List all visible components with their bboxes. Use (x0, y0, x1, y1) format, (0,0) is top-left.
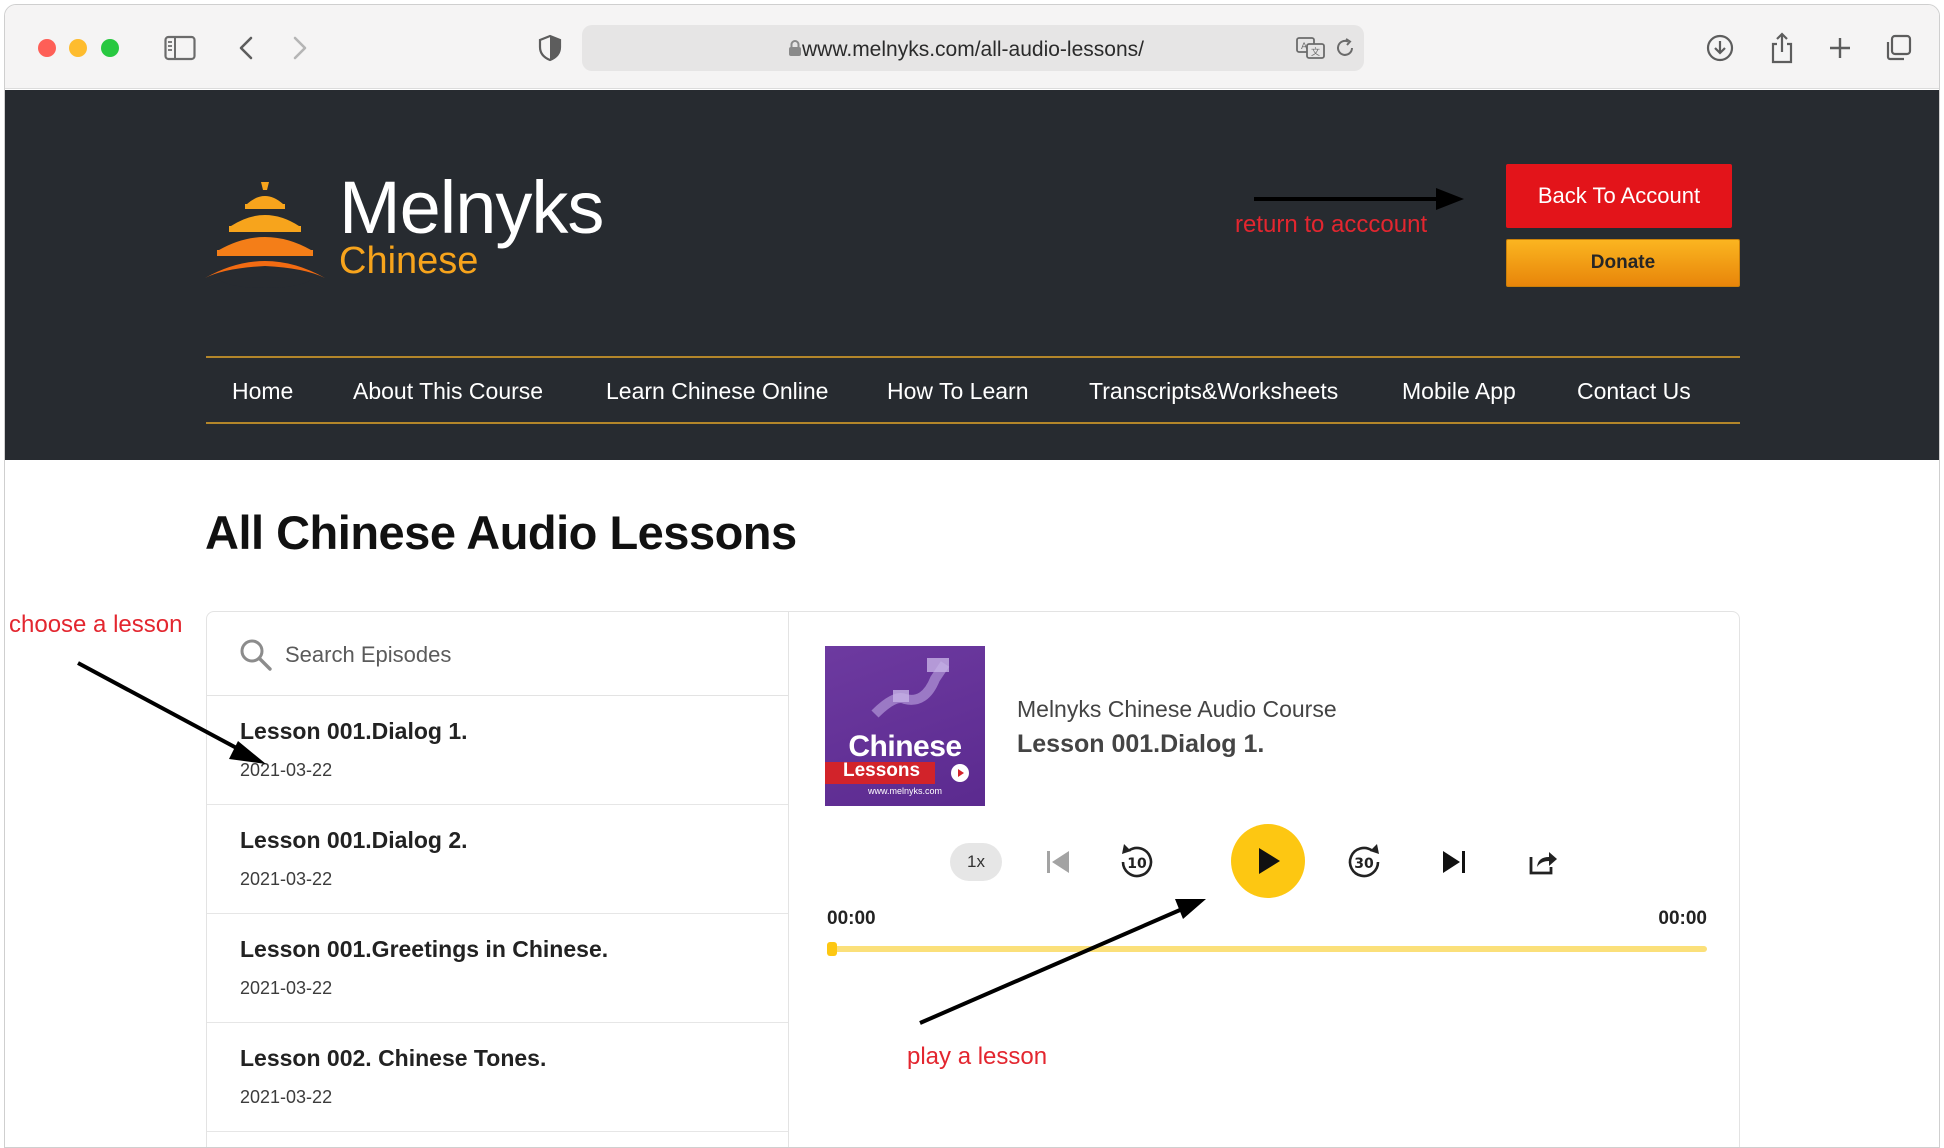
episode-date: 2021-03-22 (240, 760, 333, 780)
svg-text:10: 10 (1127, 856, 1147, 872)
page-title: All Chinese Audio Lessons (205, 506, 797, 559)
annotation-return-to-account: return to acccount (1235, 211, 1428, 238)
privacy-shield-icon[interactable] (533, 31, 567, 65)
brand-title[interactable]: Melnyks (339, 165, 604, 250)
address-bar[interactable]: www.melnyks.com/all-audio-lessons/ A文 (582, 25, 1364, 71)
nav-about-this-course[interactable]: About This Course (353, 378, 543, 405)
playback-speed-button[interactable]: 1x (950, 843, 1002, 881)
annotation-choose-lesson: choose a lesson (9, 611, 183, 638)
search-icon (239, 638, 273, 677)
current-time: 00:00 (827, 908, 876, 929)
course-name: Melnyks Chinese Audio Course (1017, 696, 1337, 722)
main-nav: Home About This Course Learn Chinese Onl… (206, 356, 1740, 424)
reload-icon[interactable] (1334, 37, 1356, 64)
progress-bar[interactable] (827, 942, 1707, 956)
back-icon[interactable] (229, 31, 263, 65)
podcast-cover-art: Chinese Lessons www.melnyks.com (825, 646, 985, 806)
svg-text:文: 文 (1311, 46, 1320, 58)
downloads-icon[interactable] (1703, 31, 1737, 65)
rewind-10-icon[interactable]: 10 (1113, 838, 1161, 886)
back-to-account-button[interactable]: Back To Account (1506, 164, 1732, 228)
episode-date: 2021-03-22 (240, 1087, 333, 1107)
episode-item[interactable]: Lesson 001.Dialog 1. 2021-03-22 (207, 696, 788, 805)
episode-search (207, 612, 788, 696)
url-text: www.melnyks.com/all-audio-lessons/ (802, 38, 1144, 61)
svg-text:30: 30 (1354, 856, 1374, 872)
brand-subtitle[interactable]: Chinese (339, 240, 478, 283)
nav-mobile-app[interactable]: Mobile App (1402, 378, 1516, 405)
tab-overview-icon[interactable] (1881, 31, 1915, 65)
episode-title: Lesson 001.Greetings in Chinese. (240, 936, 609, 962)
site-header: Melnyks Chinese Back To Account Donate H… (5, 90, 1939, 460)
episode-date: 2021-03-22 (240, 869, 333, 889)
episode-title: Lesson 001.Dialog 1. (240, 718, 468, 744)
browser-window: www.melnyks.com/all-audio-lessons/ A文 Me… (4, 4, 1940, 1148)
episode-item[interactable]: Lesson 002. Chinese Tones. 2021-03-22 (207, 1023, 788, 1132)
cover-title: Chinese (848, 730, 962, 763)
nav-learn-chinese-online[interactable]: Learn Chinese Online (606, 378, 828, 405)
close-window-button[interactable] (38, 39, 56, 57)
translate-icon[interactable]: A文 (1296, 36, 1326, 65)
cover-subtitle: Lessons (843, 760, 921, 781)
total-time: 00:00 (1658, 908, 1707, 929)
episode-title: Lesson 001.Dialog 2. (240, 827, 468, 853)
play-icon (1259, 848, 1280, 874)
zoom-window-button[interactable] (101, 39, 119, 57)
current-lesson-title: Lesson 001.Dialog 1. (1017, 730, 1265, 758)
minimize-window-button[interactable] (69, 39, 87, 57)
forward-30-icon[interactable]: 30 (1340, 838, 1388, 886)
search-episodes-input[interactable] (285, 638, 745, 672)
skip-previous-icon[interactable] (1034, 838, 1082, 886)
nav-how-to-learn[interactable]: How To Learn (887, 378, 1029, 405)
cover-url: www.melnyks.com (867, 786, 942, 796)
annotation-play-lesson: play a lesson (907, 1043, 1048, 1070)
great-wall-icon (871, 658, 950, 718)
donate-button[interactable]: Donate (1506, 239, 1740, 287)
share-episode-icon[interactable] (1518, 838, 1566, 886)
progress-handle[interactable] (827, 942, 837, 956)
share-icon[interactable] (1765, 31, 1799, 65)
episode-item[interactable]: Lesson 001.Dialog 2. 2021-03-22 (207, 805, 788, 914)
skip-next-icon[interactable] (1430, 838, 1478, 886)
new-tab-icon[interactable] (1823, 31, 1857, 65)
episode-item[interactable]: Lesson 001.Greetings in Chinese. 2021-03… (207, 914, 788, 1023)
cover-play-icon (951, 764, 969, 782)
episode-date: 2021-03-22 (240, 978, 333, 998)
browser-toolbar: www.melnyks.com/all-audio-lessons/ A文 (5, 5, 1939, 89)
play-button[interactable] (1231, 824, 1305, 898)
pagoda-logo-icon[interactable] (205, 182, 325, 297)
forward-icon[interactable] (283, 31, 317, 65)
sidebar-toggle-icon[interactable] (163, 31, 197, 65)
nav-home[interactable]: Home (232, 378, 293, 405)
nav-contact-us[interactable]: Contact Us (1577, 378, 1691, 405)
svg-text:A: A (1301, 42, 1308, 52)
episode-list: Lesson 001.Dialog 1. 2021-03-22 Lesson 0… (207, 612, 789, 1147)
episode-title: Lesson 002. Chinese Tones. (240, 1045, 547, 1071)
nav-transcripts-worksheets[interactable]: Transcripts&Worksheets (1089, 378, 1338, 405)
